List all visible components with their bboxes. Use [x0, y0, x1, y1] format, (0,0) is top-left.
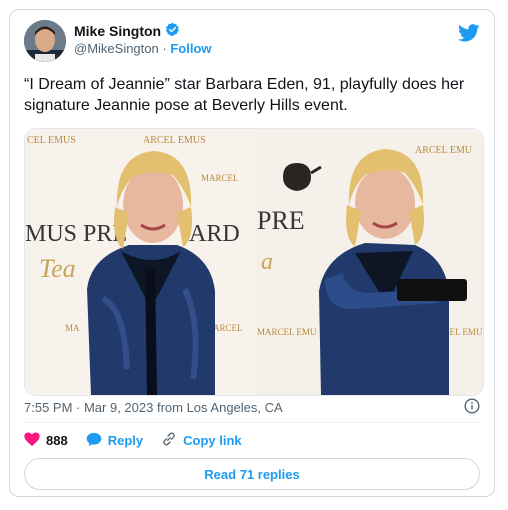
backdrop-text-left-5: ARD [189, 221, 240, 247]
backdrop-text-left-1: CEL EMUS [27, 135, 76, 146]
read-replies-label: Read 71 replies [204, 466, 300, 482]
verified-badge-icon [165, 22, 180, 40]
copy-link-label: Copy link [183, 433, 242, 448]
media-photo-left[interactable]: CEL EMUS ARCEL EMUS MARCEL MUS PRE ARD T… [25, 129, 254, 395]
twitter-bird-icon[interactable] [458, 24, 480, 47]
backdrop-text-left-8: ARCEL [213, 323, 243, 333]
divider [24, 422, 480, 423]
backdrop-text-right-2: PRE [257, 206, 305, 235]
media-photo-right[interactable]: ARCEL EMU PRE a MARCEL EMU ARCEL EMU [254, 129, 483, 395]
backdrop-text-left-7: MA [65, 323, 80, 333]
separator-dot: · [162, 41, 167, 56]
tweet-timestamp[interactable]: 7:55 PM · Mar 9, 2023 from Los Angeles, … [24, 400, 283, 415]
reply-button[interactable]: Reply [86, 432, 143, 450]
tweet-card: Mike Sington @MikeSington · Follow “I Dr… [9, 9, 495, 497]
author-handle[interactable]: @MikeSington [74, 41, 159, 56]
backdrop-text-left-4: MUS PRE [25, 221, 127, 247]
backdrop-text-left-2: ARCEL EMUS [143, 135, 206, 146]
info-icon[interactable] [464, 398, 480, 419]
author-handle-row: @MikeSington · Follow [74, 41, 212, 56]
tweet-text: “I Dream of Jeannie” star Barbara Eden, … [24, 76, 465, 114]
reply-bubble-icon [86, 432, 102, 450]
backdrop-text-right-3: a [261, 249, 273, 275]
like-button[interactable]: 888 [24, 432, 68, 450]
reply-label: Reply [107, 433, 144, 448]
tweet-media[interactable]: CEL EMUS ARCEL EMUS MARCEL MUS PRE ARD T… [24, 128, 484, 396]
actions-bar: 888 Reply Copy link [24, 431, 260, 450]
backdrop-text-left-6: Tea [39, 254, 76, 283]
author-name-row[interactable]: Mike Sington [74, 22, 180, 40]
backdrop-text-left-3: MARCEL [201, 173, 239, 183]
follow-button[interactable]: Follow [170, 41, 211, 56]
heart-icon [24, 432, 40, 450]
backdrop-text-right-4: MARCEL EMU [257, 327, 317, 337]
author-name[interactable]: Mike Sington [74, 23, 161, 39]
link-icon [161, 431, 177, 450]
read-replies-button[interactable]: Read 71 replies [24, 458, 480, 490]
backdrop-text-right-1: ARCEL EMU [415, 145, 473, 156]
copy-link-button[interactable]: Copy link [161, 431, 242, 450]
avatar[interactable] [24, 20, 66, 62]
likes-count: 888 [46, 433, 68, 448]
